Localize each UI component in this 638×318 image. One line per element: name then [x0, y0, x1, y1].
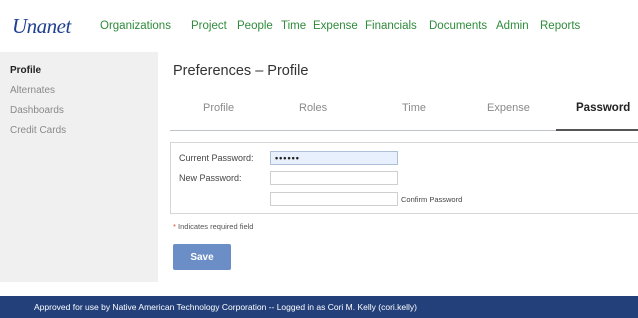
password-form: Current Password: •••••• New Password: C… [170, 142, 638, 214]
nav-organizations[interactable]: Organizations [100, 20, 171, 32]
current-password-label: Current Password: [179, 153, 254, 163]
confirm-password-label: Confirm Password [401, 195, 463, 204]
sidebar: Profile Alternates Dashboards Credit Car… [0, 52, 158, 282]
nav-reports[interactable]: Reports [540, 20, 580, 32]
tab-roles[interactable]: Roles [299, 102, 327, 114]
tab-expense[interactable]: Expense [487, 102, 530, 114]
active-tab-indicator [556, 129, 638, 131]
required-note-text: Indicates required field [178, 222, 254, 231]
nav-expense[interactable]: Expense [313, 20, 358, 32]
tab-time[interactable]: Time [402, 102, 426, 114]
save-button[interactable]: Save [173, 244, 231, 270]
new-password-label: New Password: [179, 173, 242, 183]
sidebar-item-profile[interactable]: Profile [10, 65, 41, 76]
footer-bar: Approved for use by Native American Tech… [0, 296, 638, 318]
sidebar-item-dashboards[interactable]: Dashboards [10, 105, 64, 116]
nav-documents[interactable]: Documents [429, 20, 487, 32]
top-navigation-bar: Unanet Organizations Project People Time… [0, 0, 638, 52]
nav-people[interactable]: People [237, 20, 273, 32]
sidebar-item-credit-cards[interactable]: Credit Cards [10, 125, 66, 136]
nav-financials[interactable]: Financials [365, 20, 417, 32]
current-password-input[interactable]: •••••• [270, 151, 398, 165]
tab-profile[interactable]: Profile [203, 102, 234, 114]
tab-password[interactable]: Password [576, 102, 630, 114]
required-star: * [173, 222, 176, 231]
nav-time[interactable]: Time [281, 20, 306, 32]
page-title: Preferences – Profile [173, 63, 309, 79]
new-password-input[interactable] [270, 171, 398, 185]
nav-admin[interactable]: Admin [496, 20, 529, 32]
confirm-password-input[interactable] [270, 192, 398, 206]
required-field-note: * Indicates required field [173, 222, 253, 231]
footer-text: Approved for use by Native American Tech… [34, 302, 417, 312]
sidebar-item-alternates[interactable]: Alternates [10, 85, 55, 96]
nav-project[interactable]: Project [191, 20, 227, 32]
unanet-logo[interactable]: Unanet [12, 14, 71, 39]
